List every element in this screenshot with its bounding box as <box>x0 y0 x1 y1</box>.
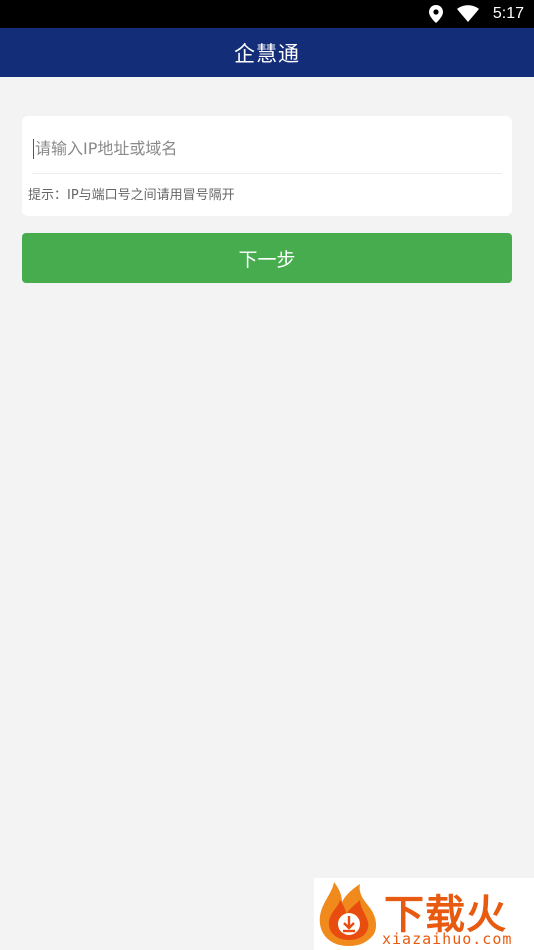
ip-address-input[interactable] <box>34 128 494 169</box>
watermark: 下载火 xiazaihuo.com <box>314 878 534 950</box>
server-form-card: 提示：IP与端口号之间请用冒号隔开 <box>22 116 512 216</box>
page-title: 企慧通 <box>234 41 300 66</box>
status-bar: 5:17 <box>0 0 534 28</box>
hint-text: 提示：IP与端口号之间请用冒号隔开 <box>28 188 235 203</box>
app-bar: 企慧通 <box>0 28 534 77</box>
wifi-icon <box>456 5 479 23</box>
ip-input-wrapper[interactable] <box>32 124 502 174</box>
location-icon <box>428 5 443 23</box>
watermark-domain: xiazaihuo.com <box>382 930 513 948</box>
flame-logo-icon <box>316 880 382 950</box>
next-step-button[interactable]: 下一步 <box>22 233 512 283</box>
status-time: 5:17 <box>492 5 524 22</box>
